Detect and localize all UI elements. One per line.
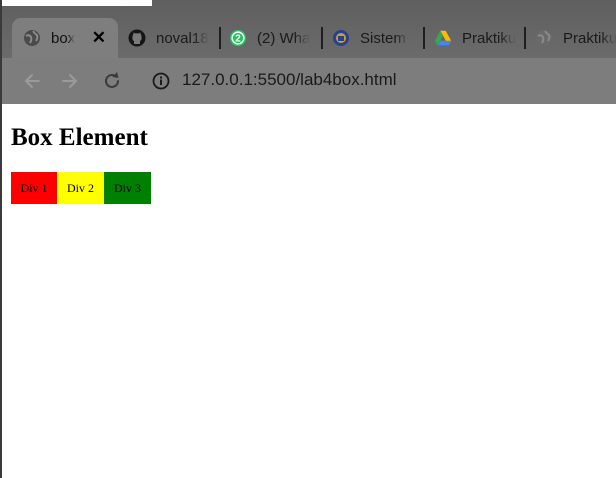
tab-sistem[interactable]: Sistem I — [332, 18, 422, 58]
reload-button[interactable] — [100, 69, 124, 93]
box-row: Div 1 Div 2 Div 3 — [11, 172, 151, 204]
div-box-2: Div 2 — [57, 172, 104, 204]
tab-strip-highlight — [2, 0, 152, 6]
university-icon — [332, 29, 350, 47]
div-box-1: Div 1 — [11, 172, 57, 204]
whatsapp-icon: 2 — [229, 29, 247, 47]
tab-title: (2) Wha — [257, 29, 311, 47]
tab-separator — [524, 27, 526, 49]
tab-separator — [423, 27, 425, 49]
reload-icon — [105, 72, 119, 88]
page-heading: Box Element — [11, 124, 148, 151]
tab-title: Praktiku — [462, 29, 517, 47]
tab-title: Praktiku — [563, 29, 616, 47]
tab-whatsapp[interactable]: 2 (2) Wha — [229, 18, 317, 58]
browser-window: box ✕ noval18 2 (2) Wha Sistem I Praktik… — [0, 0, 616, 478]
back-button[interactable] — [20, 69, 44, 93]
close-tab-icon[interactable]: ✕ — [92, 29, 106, 47]
page-content: Box Element Div 1 Div 2 Div 3 — [2, 104, 616, 478]
globe-icon — [535, 29, 553, 47]
site-info-icon[interactable] — [152, 72, 170, 90]
tab-separator — [321, 27, 323, 49]
arrow-right-icon — [62, 74, 77, 88]
tab-title: Sistem I — [360, 29, 410, 47]
tab-separator — [219, 27, 221, 49]
box-label: Div 1 — [20, 180, 48, 195]
forward-button[interactable] — [58, 69, 82, 93]
tab-strip: box ✕ noval18 2 (2) Wha Sistem I Praktik… — [2, 0, 616, 58]
box-label: Div 2 — [67, 180, 94, 195]
tab-box[interactable]: box ✕ — [12, 18, 118, 58]
browser-toolbar: 127.0.0.1:5500/lab4box.html — [2, 58, 616, 104]
div-box-3: Div 3 — [104, 172, 151, 204]
tab-praktikum-drive[interactable]: Praktiku — [434, 18, 522, 58]
tab-github[interactable]: noval18 — [128, 18, 214, 58]
globe-icon — [23, 29, 41, 47]
tab-title: box — [51, 29, 76, 47]
box-label: Div 3 — [114, 180, 141, 195]
arrow-left-icon — [25, 74, 40, 88]
address-bar-url[interactable]: 127.0.0.1:5500/lab4box.html — [182, 70, 397, 90]
github-icon — [128, 29, 146, 47]
tab-title: noval18 — [156, 29, 209, 47]
tab-praktikum[interactable]: Praktiku — [535, 18, 616, 58]
whatsapp-badge: 2 — [235, 34, 241, 45]
google-drive-icon — [434, 29, 452, 47]
